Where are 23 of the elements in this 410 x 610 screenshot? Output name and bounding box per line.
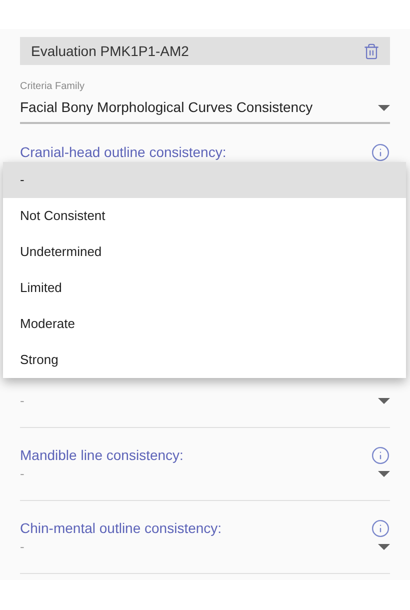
evaluation-title: Evaluation PMK1P1-AM2 xyxy=(31,42,189,60)
menu-option[interactable]: Limited xyxy=(3,270,406,306)
menu-option[interactable]: Strong xyxy=(3,342,406,378)
criterion-value: - xyxy=(20,538,24,556)
dropdown-caret-icon[interactable] xyxy=(378,104,390,110)
dropdown-caret-icon[interactable] xyxy=(378,398,390,404)
info-icon[interactable] xyxy=(371,446,390,464)
criterion-value: - xyxy=(20,465,24,484)
menu-option[interactable]: Not Consistent xyxy=(3,198,406,234)
info-icon[interactable] xyxy=(371,142,390,162)
dropdown-caret-icon[interactable] xyxy=(378,544,390,550)
dropdown-caret-icon[interactable] xyxy=(378,471,390,477)
menu-option[interactable]: - xyxy=(3,162,406,198)
criteria-family-select[interactable]: Facial Bony Morphological Curves Consistency xyxy=(20,97,390,124)
menu-option[interactable]: Moderate xyxy=(3,306,406,342)
criterion-value: - xyxy=(20,392,24,410)
trash-icon[interactable] xyxy=(363,42,380,60)
field-label: Criteria Family xyxy=(20,80,86,94)
criterion-label: Chin-mental outline consistency: xyxy=(20,518,222,538)
menu-option[interactable]: Undetermined xyxy=(3,234,406,270)
info-icon[interactable] xyxy=(371,518,390,538)
criterion-label: Cranial-head outline consistency: xyxy=(20,142,226,162)
criterion-label: Mandible line consistency: xyxy=(20,446,184,465)
